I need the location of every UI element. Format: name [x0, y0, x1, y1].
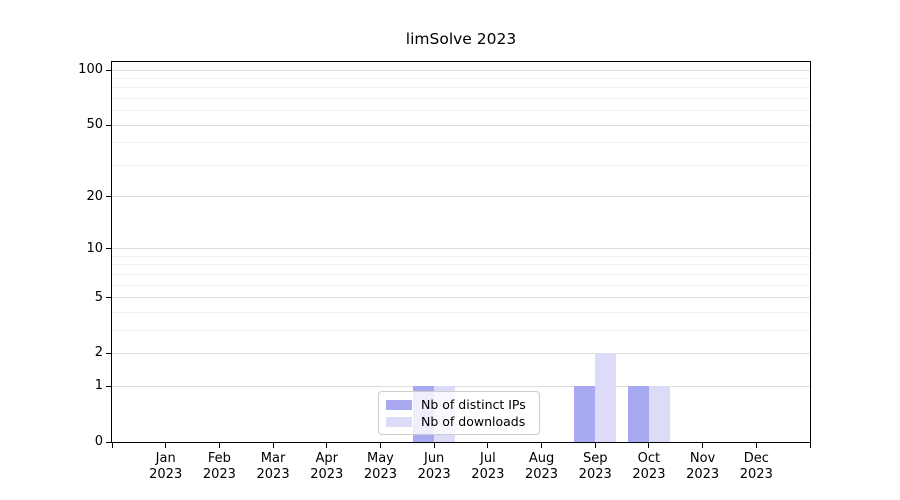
- x-tick-label-line: 2023: [726, 467, 786, 483]
- legend-label-downloads: Nb of downloads: [421, 414, 525, 429]
- major-gridline: [112, 248, 810, 249]
- minor-gridline: [112, 256, 810, 257]
- x-tick-mark: [219, 443, 220, 448]
- y-tick-label: 2: [53, 345, 103, 361]
- minor-gridline: [112, 285, 810, 286]
- x-tick-label-line: Jul: [458, 451, 518, 467]
- y-tick-label: 5: [53, 290, 103, 306]
- minor-gridline: [112, 312, 810, 313]
- y-tick-mark: [106, 125, 111, 126]
- x-tick-label: Oct2023: [619, 451, 679, 483]
- x-tick-label-line: 2023: [404, 467, 464, 483]
- figure: limSolve 2023 Nb of distinct IPs Nb of d…: [0, 0, 900, 500]
- x-tick-label-line: Dec: [726, 451, 786, 467]
- bar-downloads: [649, 386, 670, 442]
- x-tick-label-line: 2023: [619, 467, 679, 483]
- x-tick-label: Jan2023: [136, 451, 196, 483]
- x-tick-label-line: Mar: [243, 451, 303, 467]
- x-tick-label-line: Nov: [673, 451, 733, 467]
- x-tick-mark: [702, 443, 703, 448]
- minor-gridline: [112, 110, 810, 111]
- x-tick-label: Mar2023: [243, 451, 303, 483]
- y-tick-label: 50: [53, 117, 103, 133]
- x-tick-mark: [380, 443, 381, 448]
- x-tick-mark: [595, 443, 596, 448]
- y-tick-mark: [106, 353, 111, 354]
- x-tick-label-line: 2023: [350, 467, 410, 483]
- legend: Nb of distinct IPs Nb of downloads: [378, 391, 540, 435]
- minor-gridline: [112, 330, 810, 331]
- x-tick-label: May2023: [350, 451, 410, 483]
- x-tick-mark: [326, 443, 327, 448]
- y-tick-mark: [106, 196, 111, 197]
- chart-title: limSolve 2023: [111, 30, 811, 48]
- y-tick-mark: [106, 297, 111, 298]
- x-tick-label-line: 2023: [297, 467, 357, 483]
- x-tick-label-line: Sep: [565, 451, 625, 467]
- y-tick-mark: [106, 248, 111, 249]
- minor-gridline: [112, 264, 810, 265]
- y-tick-label: 1: [53, 378, 103, 394]
- y-tick-mark: [106, 442, 111, 443]
- x-tick-label-line: Oct: [619, 451, 679, 467]
- x-tick-mark: [112, 443, 113, 448]
- x-tick-label-line: 2023: [243, 467, 303, 483]
- x-tick-mark: [165, 443, 166, 448]
- major-gridline: [112, 196, 810, 197]
- x-tick-mark: [487, 443, 488, 448]
- y-tick-label: 100: [53, 62, 103, 78]
- x-tick-label: Dec2023: [726, 451, 786, 483]
- bar-distinct-ips: [574, 386, 595, 442]
- x-tick-label-line: 2023: [458, 467, 518, 483]
- bar-downloads: [595, 353, 616, 442]
- bar-distinct-ips: [628, 386, 649, 442]
- x-tick-mark: [756, 443, 757, 448]
- y-tick-mark: [106, 70, 111, 71]
- x-tick-label: Apr2023: [297, 451, 357, 483]
- x-tick-label: Jul2023: [458, 451, 518, 483]
- legend-item-downloads: Nb of downloads: [386, 413, 532, 430]
- minor-gridline: [112, 98, 810, 99]
- x-tick-mark: [648, 443, 649, 448]
- x-tick-label: Jun2023: [404, 451, 464, 483]
- x-tick-label: Nov2023: [673, 451, 733, 483]
- major-gridline: [112, 386, 810, 387]
- x-tick-label-line: 2023: [189, 467, 249, 483]
- x-tick-label-line: 2023: [512, 467, 572, 483]
- plot-area: Nb of distinct IPs Nb of downloads 01251…: [111, 61, 811, 443]
- legend-label-distinct-ips: Nb of distinct IPs: [421, 397, 526, 412]
- y-tick-label: 0: [53, 434, 103, 450]
- x-tick-label-line: 2023: [136, 467, 196, 483]
- x-tick-label-line: Apr: [297, 451, 357, 467]
- minor-gridline: [112, 165, 810, 166]
- x-tick-label-line: May: [350, 451, 410, 467]
- y-tick-label: 20: [53, 189, 103, 205]
- minor-gridline: [112, 87, 810, 88]
- x-tick-label: Aug2023: [512, 451, 572, 483]
- major-gridline: [112, 125, 810, 126]
- major-gridline: [112, 70, 810, 71]
- major-gridline: [112, 353, 810, 354]
- x-tick-mark: [273, 443, 274, 448]
- major-gridline: [112, 297, 810, 298]
- x-tick-label-line: Jun: [404, 451, 464, 467]
- x-tick-label: Sep2023: [565, 451, 625, 483]
- x-tick-label-line: 2023: [673, 467, 733, 483]
- x-tick-mark: [434, 443, 435, 448]
- x-tick-label: Feb2023: [189, 451, 249, 483]
- x-tick-label-line: Jan: [136, 451, 196, 467]
- y-tick-mark: [106, 386, 111, 387]
- downloads-swatch-icon: [386, 417, 412, 427]
- x-tick-label-line: Feb: [189, 451, 249, 467]
- x-tick-label-line: 2023: [565, 467, 625, 483]
- minor-gridline: [112, 274, 810, 275]
- minor-gridline: [112, 142, 810, 143]
- distinct-ips-swatch-icon: [386, 400, 412, 410]
- y-tick-label: 10: [53, 241, 103, 257]
- minor-gridline: [112, 78, 810, 79]
- x-tick-mark: [810, 443, 811, 448]
- x-tick-mark: [541, 443, 542, 448]
- x-tick-label-line: Aug: [512, 451, 572, 467]
- legend-item-distinct-ips: Nb of distinct IPs: [386, 396, 532, 413]
